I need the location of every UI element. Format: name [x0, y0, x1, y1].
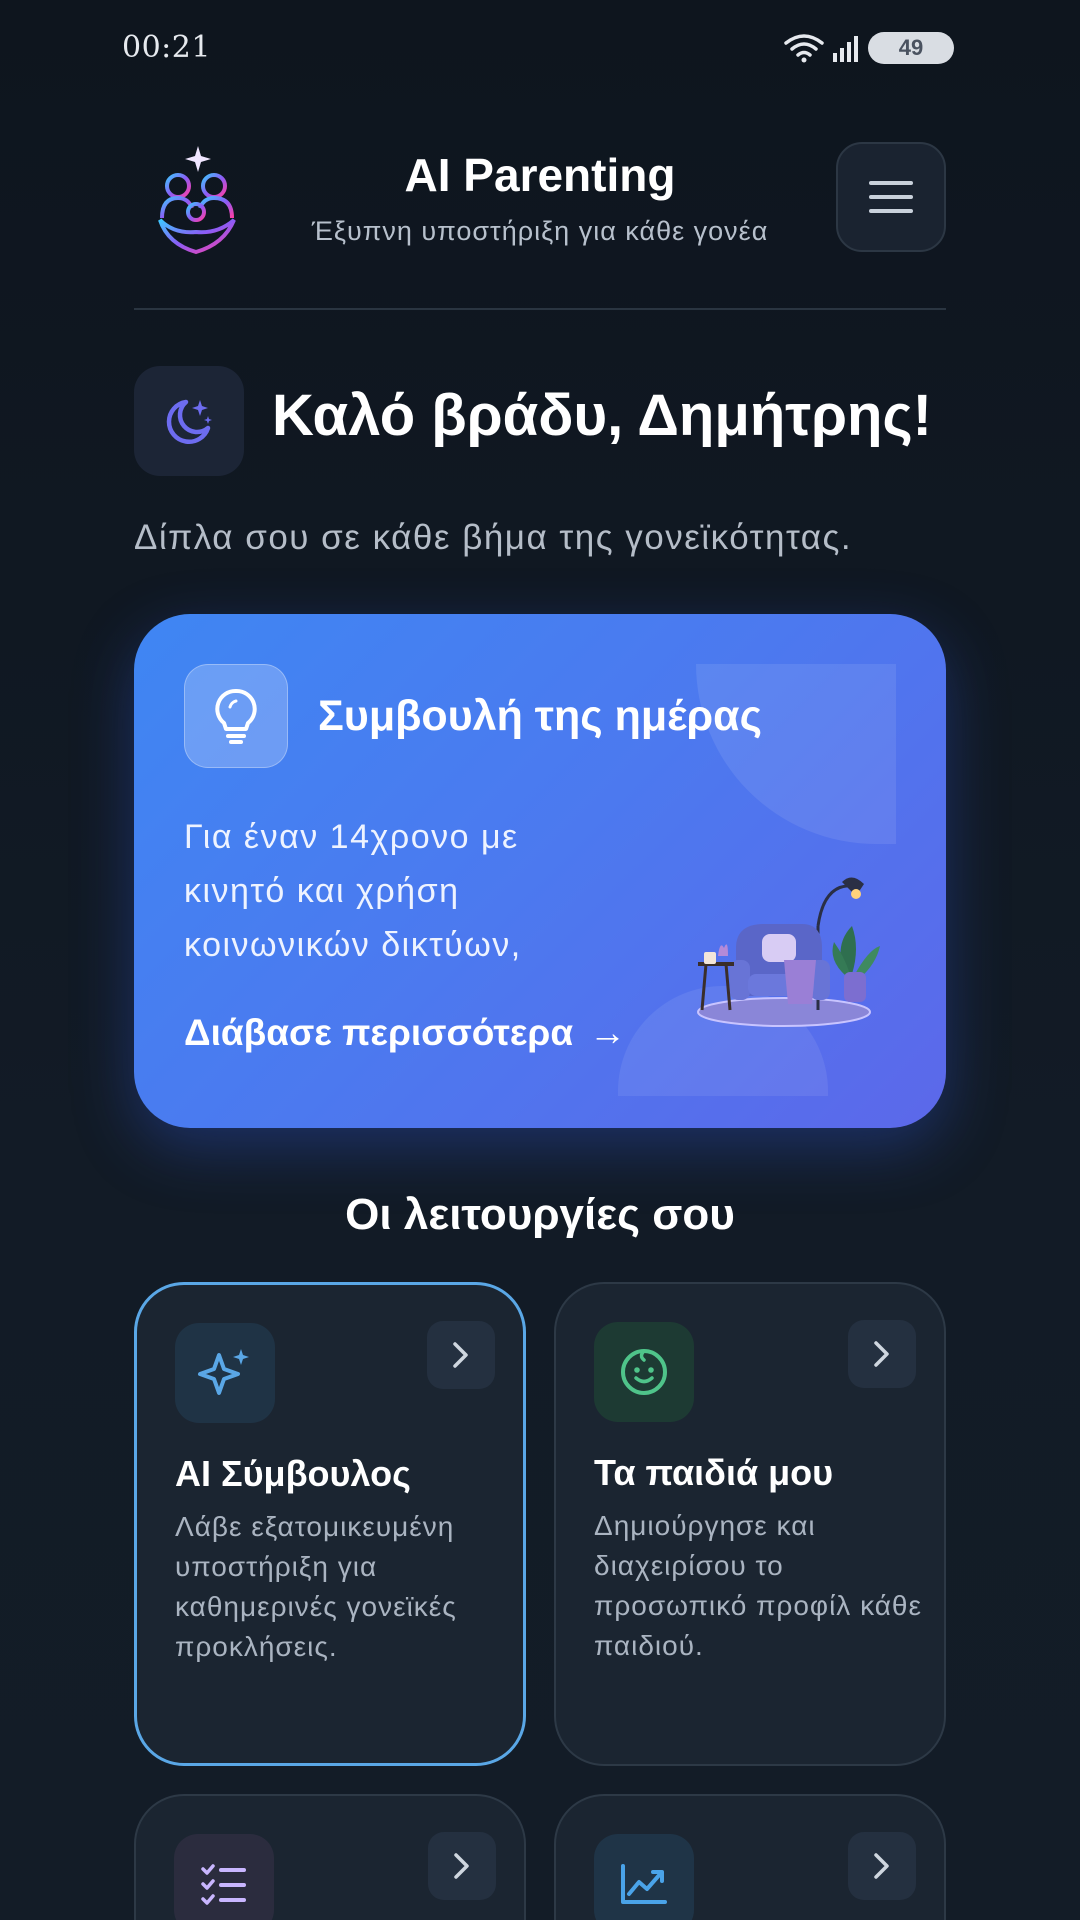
tip-card-decoration — [696, 664, 896, 844]
arrow-right-icon: → — [589, 1012, 627, 1053]
open-feature-button[interactable] — [848, 1320, 916, 1388]
greeting-heading: Καλό βράδυ, Δημήτρης! — [272, 383, 932, 448]
header-divider — [134, 308, 946, 310]
checklist-icon — [201, 1864, 246, 1905]
feature-description: Λάβε εξατομικευμένη υποστήριξη για καθημ… — [175, 1511, 457, 1662]
battery-indicator: 49 — [868, 32, 954, 64]
feature-icon-box — [174, 1834, 274, 1920]
tip-body: Για έναν 14χρονο με κινητό και χρήση κοι… — [184, 818, 522, 964]
feature-icon-box — [594, 1834, 694, 1920]
read-more-label: Διάβασε περισσότερα — [184, 1012, 574, 1053]
tip-icon-box — [184, 664, 288, 768]
baby-face-icon — [621, 1349, 667, 1395]
trending-up-icon — [621, 1864, 667, 1904]
armchair-illustration — [697, 877, 880, 1027]
feature-title: AI Σύμβουλος — [175, 1453, 411, 1494]
menu-button[interactable] — [836, 142, 946, 252]
chevron-right-icon — [874, 1341, 889, 1367]
feature-card-checklist[interactable] — [134, 1794, 526, 1920]
feature-title: Τα παιδιά μου — [594, 1452, 834, 1493]
feature-card-progress[interactable] — [554, 1794, 946, 1920]
sparkles-icon — [198, 1349, 249, 1395]
feature-card-ai-advisor[interactable]: AI Σύμβουλος Λάβε εξατομικευμένη υποστήρ… — [134, 1282, 526, 1766]
moon-stars-icon — [166, 399, 212, 445]
feature-description: Δημιούργησε και διαχειρίσου το προσωπικό… — [594, 1510, 922, 1661]
status-icons: 49 — [784, 32, 954, 64]
feature-icon-box — [175, 1323, 275, 1423]
chevron-right-icon — [874, 1853, 889, 1879]
wifi-icon — [784, 34, 824, 63]
chevron-right-icon — [453, 1342, 468, 1368]
features-section-title: Οι λειτουργίες σου — [345, 1190, 735, 1239]
tip-title: Συμβουλή της ημέρας — [318, 692, 762, 740]
feature-card-my-children[interactable]: Τα παιδιά μου Δημιούργησε και διαχειρίσο… — [554, 1282, 946, 1766]
home-screen: 00:21 49 AI Parenting Έξυπνη υποστήριξη … — [0, 0, 1080, 1920]
open-feature-button[interactable] — [427, 1321, 495, 1389]
tip-of-the-day-card[interactable]: Συμβουλή της ημέρας Για έναν 14χρονο με … — [134, 614, 946, 1128]
lightbulb-icon — [215, 688, 257, 744]
greeting-tagline: Δίπλα σου σε κάθε βήμα της γονεϊκότητας. — [134, 518, 853, 557]
feature-icon-box — [594, 1322, 694, 1422]
status-time: 00:21 — [122, 30, 211, 65]
read-more-link[interactable]: Διάβασε περισσότερα → — [184, 1012, 626, 1054]
status-bar: 00:21 49 — [0, 0, 1080, 100]
signal-icon — [833, 36, 858, 62]
open-feature-button[interactable] — [848, 1832, 916, 1900]
hamburger-icon — [869, 181, 913, 213]
chevron-right-icon — [454, 1853, 469, 1879]
open-feature-button[interactable] — [428, 1832, 496, 1900]
greeting-icon-box — [134, 366, 244, 476]
